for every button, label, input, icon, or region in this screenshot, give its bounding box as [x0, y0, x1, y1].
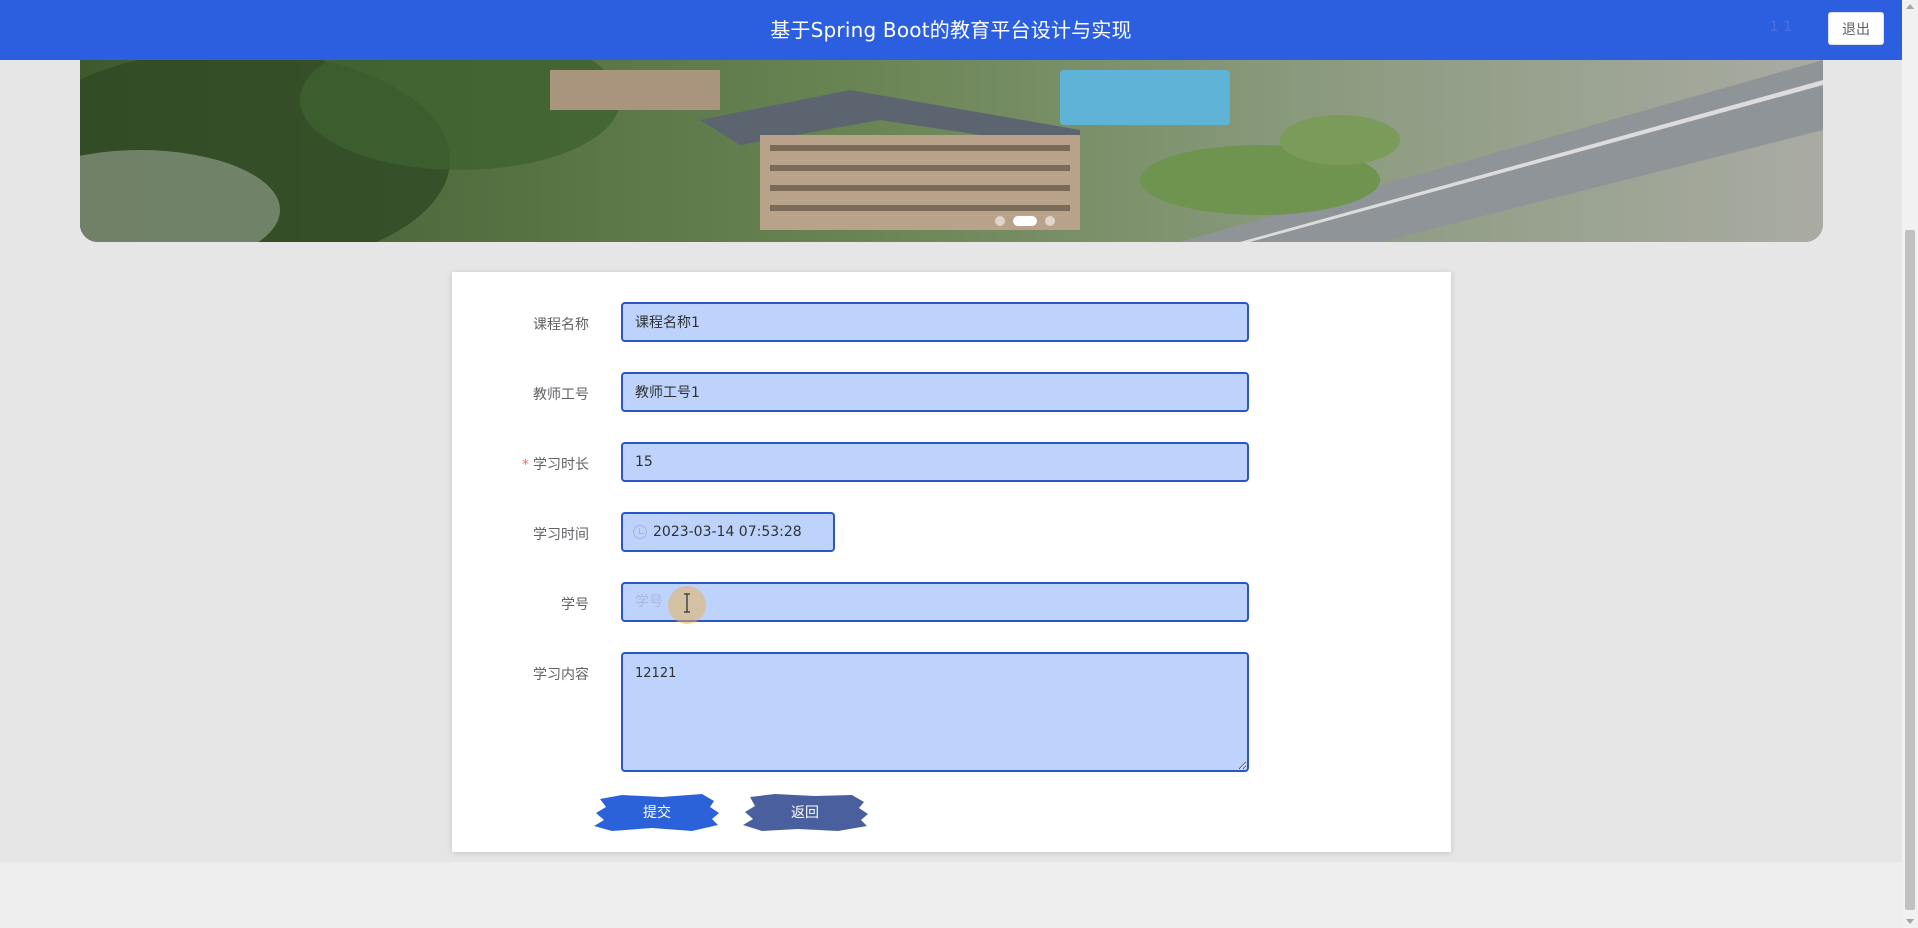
study-duration-input[interactable]: [621, 442, 1249, 482]
study-time-label: 学习时间: [533, 527, 589, 543]
text-cursor-icon: [684, 593, 690, 613]
submit-button-label: 提交: [643, 805, 671, 821]
carousel-dot-2[interactable]: [1013, 216, 1037, 226]
study-time-picker[interactable]: [621, 512, 835, 552]
study-content-textarea[interactable]: 12121: [621, 652, 1249, 772]
study-content-label: 学习内容: [533, 667, 589, 683]
teacher-id-input[interactable]: [621, 372, 1249, 412]
student-id-label: 学号: [561, 597, 589, 613]
course-name-input[interactable]: [621, 302, 1249, 342]
scroll-down-arrow-icon[interactable]: [1906, 919, 1914, 924]
user-name: 1 1: [1769, 19, 1792, 35]
course-name-label: 课程名称: [533, 317, 589, 333]
student-id-input[interactable]: [621, 582, 1249, 622]
page-title: 基于Spring Boot的教育平台设计与实现: [770, 18, 1132, 42]
study-duration-label: * 学习时长: [489, 454, 589, 474]
carousel-dot-3[interactable]: [1045, 216, 1055, 226]
page-scrollbar[interactable]: [1902, 0, 1918, 928]
teacher-id-label: 教师工号: [533, 387, 589, 403]
carousel-banner: [80, 40, 1823, 242]
back-button-label: 返回: [791, 805, 819, 821]
top-header: 基于Spring Boot的教育平台设计与实现 1 1 退出: [0, 0, 1902, 60]
carousel-dots: [995, 216, 1055, 226]
carousel-dot-1[interactable]: [995, 216, 1005, 226]
campus-aerial-image: [80, 40, 1823, 242]
page-footer: [0, 862, 1902, 928]
clock-icon: [633, 525, 647, 539]
study-record-form: 课程名称 教师工号 *学习时长 学习时间 学号 学习内容 12121 提交: [452, 272, 1451, 852]
scroll-up-arrow-icon[interactable]: [1906, 4, 1914, 9]
logout-button[interactable]: 退出: [1828, 12, 1884, 45]
back-button[interactable]: 返回: [740, 791, 870, 833]
study-duration-label-text: 学习时长: [533, 457, 589, 473]
submit-button[interactable]: 提交: [592, 791, 722, 833]
scroll-thumb[interactable]: [1905, 230, 1915, 910]
study-time-input[interactable]: [653, 514, 833, 550]
required-mark: *: [522, 457, 529, 473]
